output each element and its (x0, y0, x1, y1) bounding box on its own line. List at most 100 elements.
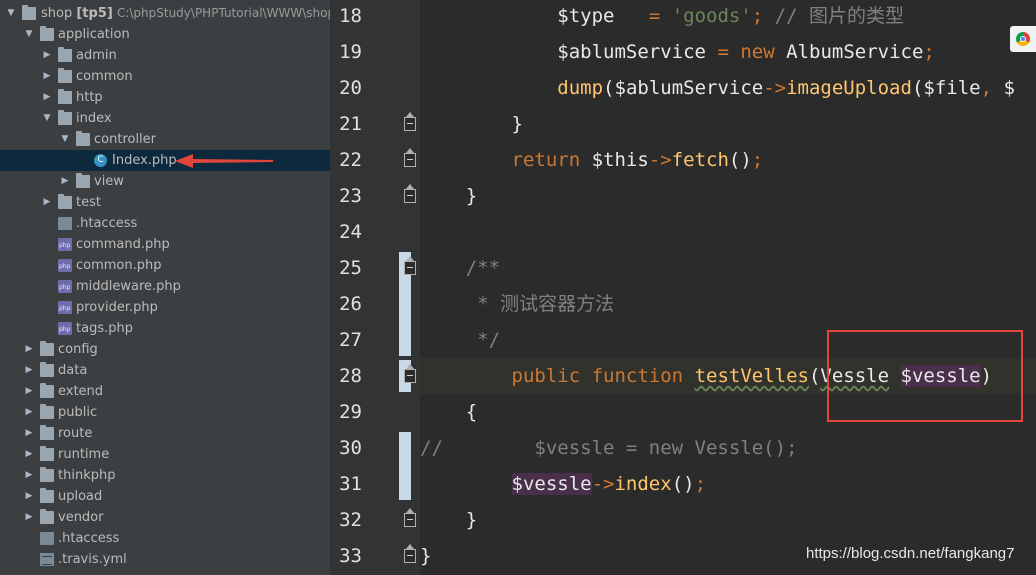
code-line[interactable]: $ablumService = new AlbumService; (420, 34, 1036, 70)
chevron-right-icon[interactable]: ▶ (42, 45, 52, 66)
fold-icon[interactable] (404, 184, 416, 203)
tree-item[interactable]: ▶ vendor (0, 507, 330, 528)
code-token: imageUpload (786, 77, 912, 99)
code-token: $vessle (511, 473, 592, 495)
tree-item-label: common.php (76, 258, 162, 273)
chevron-right-icon[interactable]: ▶ (42, 87, 52, 108)
fold-icon[interactable] (404, 256, 416, 275)
tree-item[interactable]: .travis.yml (0, 549, 330, 570)
project-tree[interactable]: ▼ shop [tp5] C:\phpStudy\PHPTutorial\WWW… (0, 0, 330, 575)
chevron-right-icon[interactable]: ▶ (24, 423, 34, 444)
tree-item[interactable]: ▶ route (0, 423, 330, 444)
tree-item-label: public (58, 405, 98, 420)
code-line[interactable]: /** (420, 250, 1036, 286)
chevron-right-icon[interactable]: ▶ (24, 444, 34, 465)
code-token: } (420, 185, 478, 207)
code-token: fetch (671, 149, 729, 171)
chrome-browser-icon[interactable] (1010, 26, 1036, 52)
chevron-right-icon[interactable]: ▶ (24, 486, 34, 507)
line-number: 31 (339, 473, 362, 495)
tree-item[interactable]: ▶ runtime (0, 444, 330, 465)
tree-item-label: controller (94, 132, 157, 147)
folder-icon (76, 131, 90, 146)
folder-icon (58, 110, 72, 125)
tree-item[interactable]: ▼ index (0, 108, 330, 129)
code-token: } (420, 509, 478, 531)
code-line[interactable]: } (420, 502, 1036, 538)
tree-item[interactable]: .htaccess (0, 528, 330, 549)
line-number: 29 (339, 401, 362, 423)
code-editor[interactable]: $type = 'goods'; // 图片的类型 $ablumService … (420, 0, 1036, 575)
code-line[interactable]: * 测试容器方法 (420, 286, 1036, 322)
chevron-right-icon[interactable]: ▶ (42, 66, 52, 87)
code-token: */ (420, 329, 501, 351)
line-number: 25 (339, 257, 362, 279)
code-token: -> (591, 473, 615, 495)
folder-icon (40, 488, 54, 503)
tree-item[interactable]: command.php (0, 234, 330, 255)
tree-item[interactable]: ▶ common (0, 66, 330, 87)
tree-item-label: index (76, 111, 112, 126)
code-token: AlbumService (786, 41, 924, 63)
code-line[interactable]: dump($ablumService->imageUpload($file, $ (420, 70, 1036, 106)
tree-item[interactable]: ▶ config (0, 339, 330, 360)
code-line[interactable]: $vessle->index(); (420, 466, 1036, 502)
tree-item[interactable]: middleware.php (0, 276, 330, 297)
code-line[interactable]: return $this->fetch(); (420, 142, 1036, 178)
tree-item[interactable]: ▶ extend (0, 381, 330, 402)
code-line[interactable]: } (420, 178, 1036, 214)
tree-item[interactable]: ▶ data (0, 360, 330, 381)
chevron-down-icon[interactable]: ▼ (24, 24, 34, 45)
tree-item[interactable]: ▶ test (0, 192, 330, 213)
line-number: 26 (339, 293, 362, 315)
fold-icon[interactable] (404, 544, 416, 563)
line-number: 27 (339, 329, 362, 351)
chevron-right-icon[interactable]: ▶ (24, 360, 34, 381)
tree-item[interactable]: ▶ http (0, 87, 330, 108)
tree-item[interactable]: ▶ admin (0, 45, 330, 66)
fold-icon[interactable] (404, 148, 416, 167)
tree-item[interactable]: ▶ public (0, 402, 330, 423)
tree-item[interactable]: ▼ controller (0, 129, 330, 150)
chevron-right-icon[interactable]: ▶ (24, 402, 34, 423)
code-line[interactable] (420, 214, 1036, 250)
annotation-arrow (175, 154, 273, 168)
code-line[interactable]: // $vessle = new Vessle(); (420, 430, 1036, 466)
chevron-down-icon[interactable]: ▼ (60, 129, 70, 150)
line-number: 24 (339, 221, 362, 243)
code-line[interactable]: } (420, 106, 1036, 142)
folder-icon (22, 5, 36, 20)
tree-item[interactable]: provider.php (0, 297, 330, 318)
php-class-icon: C (94, 154, 107, 167)
tree-item[interactable]: ▶ upload (0, 486, 330, 507)
tree-item[interactable]: C Index.php (0, 150, 330, 171)
chevron-right-icon[interactable]: ▶ (24, 507, 34, 528)
tree-item[interactable]: tags.php (0, 318, 330, 339)
line-number: 28 (339, 365, 362, 387)
file-icon (58, 217, 72, 230)
chevron-down-icon[interactable]: ▼ (6, 3, 16, 24)
chevron-right-icon[interactable]: ▶ (60, 171, 70, 192)
chevron-down-icon[interactable]: ▼ (42, 108, 52, 129)
fold-icon[interactable] (404, 508, 416, 527)
tree-item[interactable]: ▶ view (0, 171, 330, 192)
chevron-right-icon[interactable]: ▶ (24, 339, 34, 360)
tree-root[interactable]: ▼ shop [tp5] C:\phpStudy\PHPTutorial\WWW… (0, 3, 330, 24)
yml-file-icon (40, 553, 54, 566)
line-number: 20 (339, 77, 362, 99)
tree-item[interactable]: ▼ application (0, 24, 330, 45)
tree-item[interactable]: common.php (0, 255, 330, 276)
tree-item[interactable]: ▶ thinkphp (0, 465, 330, 486)
tree-item[interactable]: .htaccess (0, 213, 330, 234)
chevron-right-icon[interactable]: ▶ (24, 465, 34, 486)
chevron-right-icon[interactable]: ▶ (42, 192, 52, 213)
fold-icon[interactable] (404, 364, 416, 383)
chevron-right-icon[interactable]: ▶ (24, 381, 34, 402)
code-line[interactable]: $type = 'goods'; // 图片的类型 (420, 0, 1036, 34)
php-file-icon (58, 259, 72, 272)
fold-icon[interactable] (404, 112, 416, 131)
